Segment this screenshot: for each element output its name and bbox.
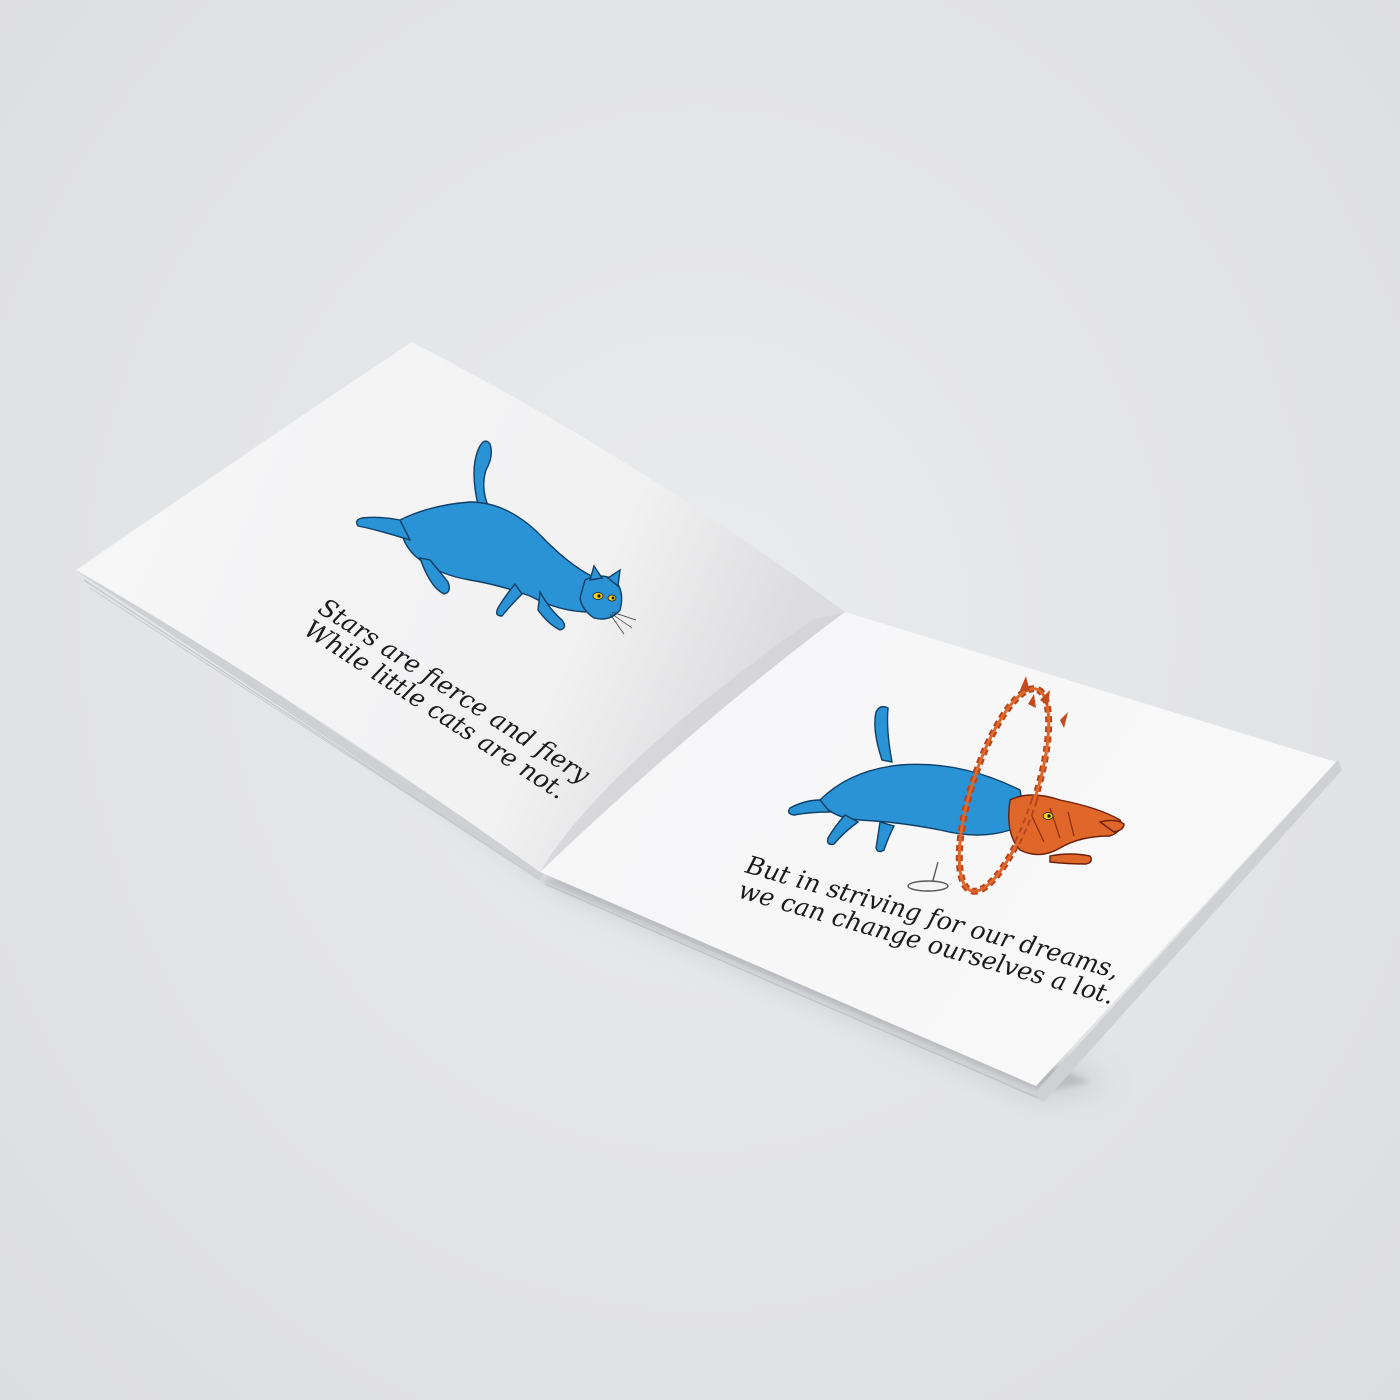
open-book-illustration — [76, 342, 1342, 1102]
product-mockup-scene: Stars are fierce and fiery While little … — [0, 0, 1400, 1400]
right-cat-eye — [1042, 812, 1054, 820]
